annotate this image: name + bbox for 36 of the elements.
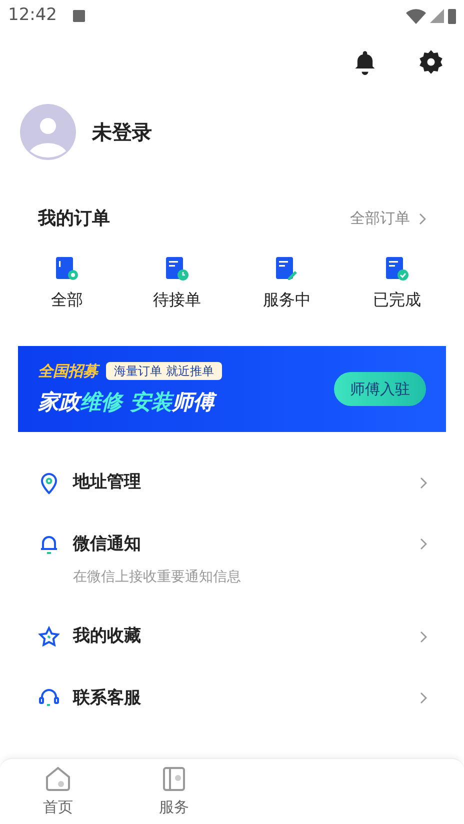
wifi-icon: [406, 8, 426, 24]
join-button[interactable]: 师傅入驻: [334, 372, 426, 406]
banner-headline: 家政维修: [38, 388, 122, 416]
order-status-button[interactable]: 全部: [12, 256, 122, 312]
banner-tag: 全国招募: [38, 360, 98, 382]
banner-subtitle: 海量订单 就近推单: [106, 362, 222, 380]
menu-item[interactable]: 联系客服: [37, 668, 427, 729]
settings-icon: [418, 49, 444, 75]
chevron-right-icon: [419, 692, 427, 704]
chevron-right-icon: [419, 476, 427, 489]
order-status-button[interactable]: 服务中: [232, 256, 342, 312]
star-icon: [37, 624, 61, 649]
order-status-button[interactable]: 待接单: [122, 256, 232, 312]
all-orders-link[interactable]: 全部订单: [350, 207, 426, 230]
login-status[interactable]: 未登录: [92, 117, 152, 147]
document-icon: [164, 256, 190, 282]
chevron-right-icon: [419, 538, 427, 550]
document-icon: [274, 256, 300, 282]
document-icon: [384, 256, 410, 282]
menu-item[interactable]: 我的收藏: [37, 606, 427, 668]
menu-item-description: 在微信上接收重要通知信息: [72, 568, 242, 587]
document-icon: [54, 256, 80, 282]
avatar-placeholder: [20, 104, 76, 160]
status-time: 12:42: [8, 4, 57, 28]
chevron-right-icon: [419, 630, 427, 643]
recruitment-banner[interactable]: 全国招募 海量订单 就近推单 家政维修 安装师傅 师傅入驻: [18, 346, 446, 432]
order-status-button[interactable]: 已完成: [342, 256, 452, 312]
battery-icon: [448, 8, 456, 24]
menu-item[interactable]: 微信通知 在微信上接收重要通知信息: [37, 514, 427, 606]
tab-bar-item[interactable]: 服务: [116, 759, 232, 824]
menu-item[interactable]: 地址管理: [37, 452, 427, 514]
keyboard-notification-icon: [73, 10, 85, 22]
chevron-right-icon: [418, 212, 426, 224]
section-title: 我的订单: [38, 207, 110, 231]
signal-icon: [430, 9, 444, 23]
tab-bar-item[interactable]: 首页: [0, 759, 116, 824]
